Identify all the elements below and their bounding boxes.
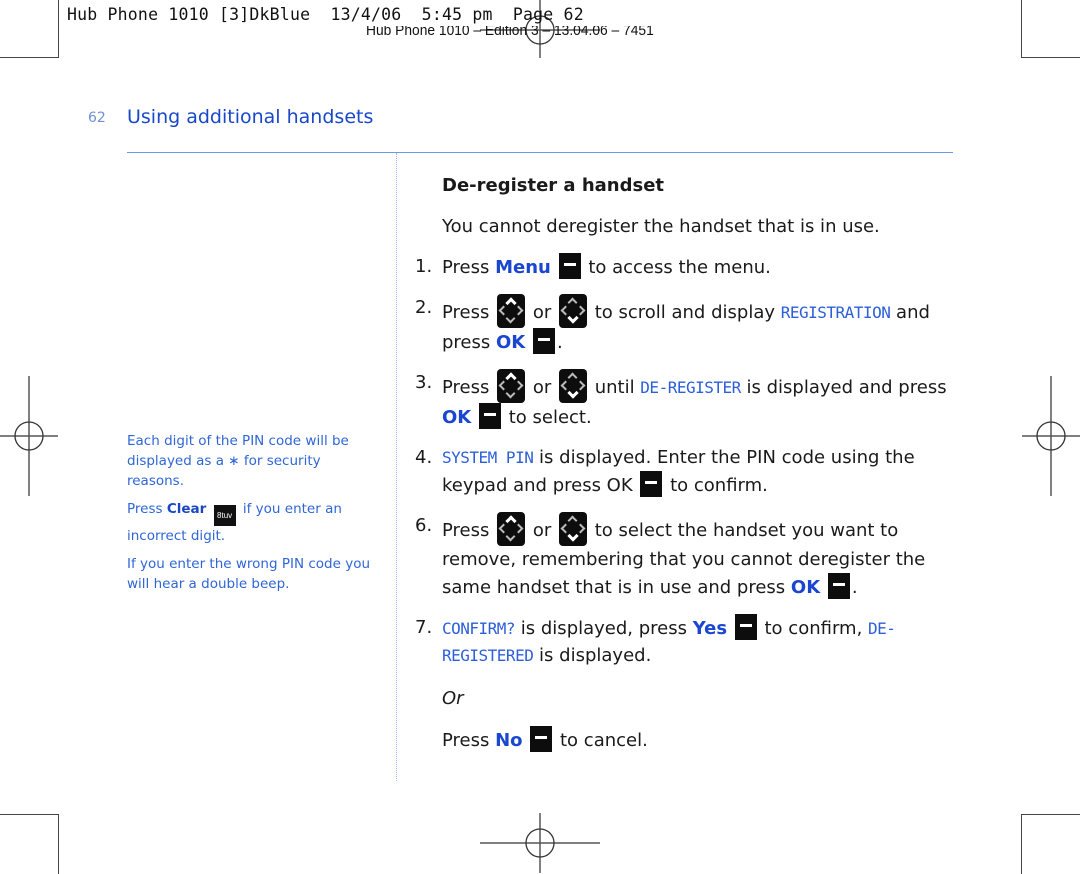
step-text: Press	[442, 520, 496, 541]
step-number: 2.	[415, 297, 433, 318]
key-name-ok: OK	[790, 577, 821, 598]
step-text: Press	[442, 377, 496, 398]
display-text-confirm: CONFIRM?	[442, 619, 516, 638]
step-2: 2. Press or to scroll and display REGISTR…	[415, 294, 975, 356]
crop-mark-top-right	[1021, 0, 1080, 58]
nav-key-down-icon	[558, 512, 587, 546]
registration-mark-left	[0, 376, 58, 496]
step-number: 6.	[415, 515, 433, 536]
step-number: 4.	[415, 447, 433, 468]
step-text: or	[527, 520, 557, 541]
section-heading: De-register a handset	[442, 175, 665, 196]
key-name-yes: Yes	[692, 618, 728, 639]
cancel-instruction: Press No to cancel.	[442, 726, 975, 754]
step-number: 1.	[415, 256, 433, 277]
or-separator: Or	[442, 688, 464, 709]
crop-mark-top-left	[0, 0, 59, 58]
print-slug-line: Hub Phone 1010 [3]DkBlue 13/4/06 5:45 pm…	[67, 5, 584, 24]
page-number: 62	[88, 110, 106, 126]
softkey-minus-icon	[827, 573, 850, 599]
key-name-ok: OK	[495, 332, 526, 353]
note-pin-display: Each digit of the PIN code will be displ…	[127, 433, 349, 489]
step-text: or	[527, 302, 557, 323]
softkey-minus-icon	[640, 471, 663, 497]
softkey-minus-icon	[558, 253, 581, 279]
column-divider	[396, 153, 397, 781]
intro-text: You cannot deregister the handset that i…	[442, 216, 880, 237]
nav-key-up-icon	[497, 369, 526, 403]
steps-list: 1. Press Menu to access the menu. 2. Press…	[415, 253, 975, 669]
step-text: is displayed, press	[515, 618, 693, 639]
step-6: 6. Press or to select the handset you wan…	[415, 512, 975, 601]
step-text: Press	[442, 302, 496, 323]
step-text: to access the menu.	[582, 257, 771, 278]
key-name-no: No	[495, 730, 523, 751]
softkey-minus-icon	[734, 614, 757, 640]
step-number: 7.	[415, 617, 433, 638]
step-text: Press	[442, 257, 496, 278]
step-text: to scroll and display	[588, 302, 781, 323]
softkey-minus-icon	[530, 726, 553, 752]
display-text-registration: REGISTRATION	[780, 303, 891, 322]
step-text: until	[588, 377, 641, 398]
registration-mark-bottom	[480, 813, 600, 873]
step-number: 3.	[415, 372, 433, 393]
step-text: to confirm.	[664, 475, 768, 496]
keypad-8-icon: 8tuv	[213, 505, 236, 526]
step-4: 4. SYSTEM PIN is displayed. Enter the PIN…	[415, 444, 975, 499]
softkey-minus-icon	[478, 403, 501, 429]
step-7: 7. CONFIRM? is displayed, press Yes to co…	[415, 614, 975, 669]
note-text: Press	[127, 501, 167, 517]
step-text: .	[851, 577, 858, 598]
display-text-system-pin: SYSTEM PIN	[442, 448, 534, 467]
note-wrong-pin: If you enter the wrong PIN code you will…	[127, 556, 371, 592]
step-3: 3. Press or until DE-REGISTER is displaye…	[415, 369, 975, 431]
key-name-clear: Clear	[166, 501, 207, 517]
nav-key-up-icon	[497, 294, 526, 328]
section-title: Using additional handsets	[127, 106, 374, 128]
step-text: is displayed.	[533, 645, 652, 666]
nav-key-down-icon	[558, 294, 587, 328]
step-text: to select.	[502, 407, 592, 428]
crop-mark-bottom-right	[1021, 814, 1080, 874]
softkey-minus-icon	[532, 328, 555, 354]
step-text: .	[556, 332, 563, 353]
display-text-de-register: DE-REGISTER	[640, 378, 741, 397]
header-rule	[127, 152, 953, 153]
step-text: to confirm,	[758, 618, 869, 639]
nav-key-up-icon	[497, 512, 526, 546]
registration-mark-right	[1022, 376, 1080, 496]
step-text: to cancel.	[554, 730, 648, 751]
key-name-menu: Menu	[495, 257, 551, 278]
step-1: 1. Press Menu to access the menu.	[415, 253, 975, 281]
step-text: Press	[442, 730, 496, 751]
note-clear-key: Press Clear 8tuv if you enter an incorre…	[127, 499, 372, 546]
step-text: or	[527, 377, 557, 398]
key-name-ok: OK	[442, 407, 472, 428]
step-text: is displayed and press	[740, 377, 947, 398]
nav-key-down-icon	[558, 369, 587, 403]
sidebar-notes: Each digit of the PIN code will be displ…	[127, 431, 372, 602]
crop-mark-bottom-left	[0, 814, 59, 874]
main-content: De-register a handset You cannot deregis…	[415, 172, 975, 754]
